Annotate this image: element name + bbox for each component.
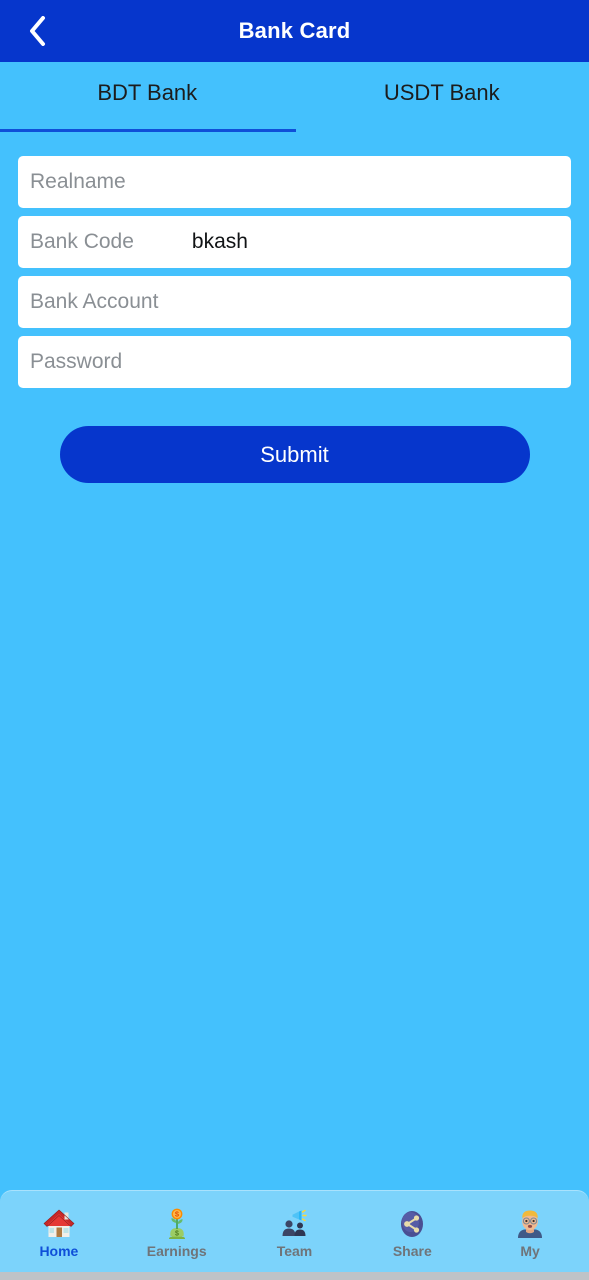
person-avatar-icon <box>512 1206 548 1242</box>
tab-bdt-bank-label: BDT Bank <box>97 80 198 105</box>
submit-row: Submit <box>18 426 571 483</box>
bank-card-form: Realname Bank Code bkash Bank Account Pa… <box>0 132 589 1280</box>
nav-item-team[interactable]: Team <box>236 1206 354 1258</box>
bottom-navigation: Home $ $ Earnings Team Share My <box>0 1190 589 1272</box>
realname-field[interactable]: Realname <box>18 156 571 208</box>
house-icon <box>41 1206 77 1242</box>
bank-code-value: bkash <box>191 230 248 253</box>
submit-button[interactable]: Submit <box>59 426 530 483</box>
tab-usdt-bank-label: USDT Bank <box>383 80 500 105</box>
bank-type-tabs: BDT Bank USDT Bank <box>0 62 589 132</box>
nav-item-home-label: Home <box>39 1242 79 1259</box>
nav-item-my[interactable]: My <box>471 1206 589 1258</box>
active-tab-indicator <box>0 129 296 132</box>
tab-usdt-bank[interactable]: USDT Bank <box>295 62 589 132</box>
chevron-left-icon <box>28 16 46 46</box>
app-screen: Bank Card BDT Bank USDT Bank Realname Ba… <box>0 0 589 1280</box>
nav-item-share-label: Share <box>392 1242 432 1259</box>
password-placeholder: Password <box>30 350 123 373</box>
app-header: Bank Card <box>0 0 589 62</box>
bank-account-field[interactable]: Bank Account <box>18 276 571 328</box>
page-title: Bank Card <box>238 18 351 43</box>
nav-item-team-label: Team <box>276 1242 313 1259</box>
svg-text:$: $ <box>175 1230 179 1237</box>
nav-item-earnings-label: Earnings <box>146 1242 207 1259</box>
screen-bottom-strip <box>0 1272 589 1280</box>
nav-item-share[interactable]: Share <box>353 1206 471 1258</box>
realname-placeholder: Realname <box>30 170 126 193</box>
nav-item-my-label: My <box>520 1242 540 1259</box>
bank-account-placeholder: Bank Account <box>30 290 159 313</box>
people-megaphone-icon <box>276 1206 312 1242</box>
bank-code-label: Bank Code <box>30 230 134 253</box>
nav-item-earnings[interactable]: $ $ Earnings <box>118 1206 236 1258</box>
tab-bdt-bank[interactable]: BDT Bank <box>0 62 295 132</box>
back-button[interactable] <box>14 0 60 62</box>
share-network-icon <box>394 1206 430 1242</box>
money-plant-icon: $ $ <box>159 1206 195 1242</box>
nav-item-home[interactable]: Home <box>0 1206 118 1258</box>
password-field[interactable]: Password <box>18 336 571 388</box>
bank-code-field[interactable]: Bank Code bkash <box>18 216 571 268</box>
